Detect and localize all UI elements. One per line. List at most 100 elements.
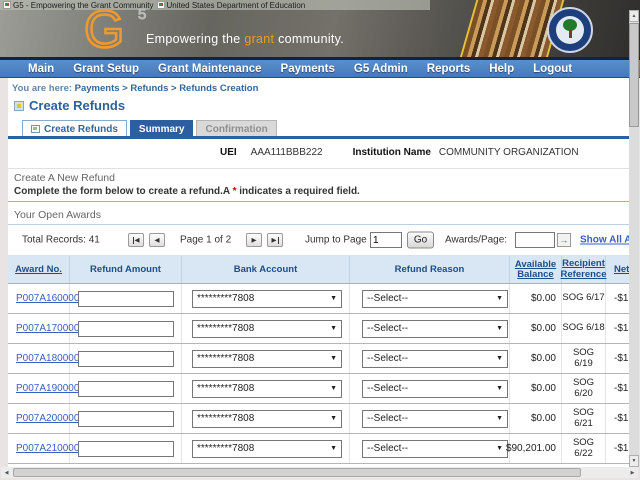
jump-to-page-label: Jump to Page <box>305 235 367 246</box>
banner-tagline: Empowering the grant community. <box>146 32 344 46</box>
chevron-down-icon: ▼ <box>496 355 503 362</box>
uei-label: UEI <box>220 147 237 158</box>
chevron-down-icon: ▼ <box>496 295 503 302</box>
bank-account-select[interactable]: *********7808 ▼ <box>192 410 342 428</box>
main-nav-bar: Main Grant Setup Grant Maintenance Payme… <box>0 57 640 78</box>
broken-image-icon <box>157 1 165 9</box>
tab-summary[interactable]: Summary <box>130 120 194 137</box>
chevron-down-icon: ▼ <box>496 325 503 332</box>
table-row: P007A190000 *********7808 ▼ --Select-- <box>8 374 629 404</box>
previous-page-button[interactable]: ◀ <box>149 233 165 247</box>
recipient-reference-value: SOG 6/20 <box>562 374 606 403</box>
refund-amount-input[interactable] <box>78 411 174 427</box>
refund-reason-select[interactable]: --Select-- ▼ <box>362 440 508 458</box>
refund-amount-input[interactable] <box>78 351 174 367</box>
scroll-up-button[interactable]: ▲ <box>629 10 639 22</box>
chevron-down-icon: ▼ <box>496 385 503 392</box>
bank-account-select[interactable]: *********7808 ▼ <box>192 350 342 368</box>
next-page-button[interactable]: ▶ <box>246 233 262 247</box>
breadcrumb-path[interactable]: Payments > Refunds > Refunds Creation <box>75 83 259 94</box>
awards-per-page-input[interactable] <box>515 232 555 248</box>
refund-reason-select[interactable]: --Select-- ▼ <box>362 380 508 398</box>
refund-reason-select[interactable]: --Select-- ▼ <box>362 320 508 338</box>
nav-item[interactable]: Grant Maintenance <box>158 63 262 75</box>
recipient-reference-value: SOG 6/22 <box>562 434 606 463</box>
open-awards-section-heading: Your Open Awards <box>14 209 101 221</box>
page-indicator: Page 1 of 2 <box>180 235 231 246</box>
vertical-scrollbar-thumb[interactable] <box>629 23 639 127</box>
divider <box>8 168 629 169</box>
seal-inner <box>556 16 584 44</box>
nav-item[interactable]: Payments <box>281 63 335 75</box>
scroll-down-button[interactable]: ▼ <box>629 455 639 467</box>
nav-item[interactable]: Logout <box>533 63 572 75</box>
available-balance-value: $0.00 <box>510 344 562 373</box>
scroll-right-icon: ▶ <box>631 470 635 476</box>
breadcrumb: You are here: Payments > Refunds > Refun… <box>12 83 258 94</box>
tab-create-refunds[interactable]: Create Refunds <box>22 120 127 137</box>
chevron-down-icon: ▼ <box>330 355 337 362</box>
refund-amount-input[interactable] <box>78 381 174 397</box>
department-of-education-seal <box>547 7 593 53</box>
refund-amount-input[interactable] <box>78 321 174 337</box>
scroll-right-button[interactable]: ▶ <box>627 467 638 478</box>
banner-alt-label: United States Department of Education <box>157 1 306 10</box>
header-available-balance[interactable]: Available Balance <box>510 256 562 283</box>
net-value: -$18 <box>606 374 629 403</box>
nav-item[interactable]: Main <box>28 63 54 75</box>
next-page-icon: ▶ <box>252 236 257 244</box>
horizontal-scrollbar-thumb[interactable] <box>13 468 581 477</box>
table-body: P007A160000 *********7808 ▼ --Select-- <box>8 284 629 464</box>
net-value: -$19 <box>606 344 629 373</box>
scroll-up-icon: ▲ <box>632 13 637 19</box>
recipient-reference-value: SOG 6/21 <box>562 404 606 433</box>
vertical-scrollbar[interactable]: ▲ ▼ <box>629 10 639 467</box>
refund-amount-input[interactable] <box>78 291 174 307</box>
page-title-icon <box>14 101 24 111</box>
go-button[interactable]: Go <box>407 232 434 249</box>
available-balance-value: $0.00 <box>510 284 562 313</box>
bank-account-select[interactable]: *********7808 ▼ <box>192 290 342 308</box>
header-recipient-reference[interactable]: Recipient Reference <box>562 256 606 283</box>
available-balance-value: $0.00 <box>510 374 562 403</box>
net-value: -$16 <box>606 434 629 463</box>
last-page-button[interactable]: ▶ <box>267 233 283 247</box>
recipient-reference-value: SOG 6/18 <box>562 314 606 343</box>
refund-reason-select[interactable]: --Select-- ▼ <box>362 290 508 308</box>
header-net[interactable]: Net <box>606 256 629 283</box>
chevron-down-icon: ▼ <box>330 325 337 332</box>
bank-account-select[interactable]: *********7808 ▼ <box>192 440 342 458</box>
show-all-awards-link[interactable]: Show All A <box>580 235 629 246</box>
header-award-no[interactable]: Award No. <box>8 256 70 283</box>
chevron-down-icon: ▼ <box>496 445 503 452</box>
banner-alt-strip: G5 - Empowering the Grant Community Unit… <box>0 0 430 10</box>
last-page-icon <box>278 237 279 244</box>
nav-item[interactable]: Help <box>489 63 514 75</box>
first-page-icon <box>133 237 134 244</box>
page-title: Create Refunds <box>14 98 125 113</box>
first-page-button[interactable]: ◀ <box>128 233 144 247</box>
g5-application-window: G5 - Empowering the Grant Community Unit… <box>0 0 640 480</box>
scroll-left-button[interactable]: ◀ <box>1 467 12 478</box>
awards-per-page-go-button[interactable]: → <box>557 233 571 247</box>
nav-item[interactable]: G5 Admin <box>354 63 408 75</box>
table-header-row: Award No. Refund Amount Bank Account Ref… <box>8 256 629 284</box>
refund-reason-select[interactable]: --Select-- ▼ <box>362 350 508 368</box>
chevron-down-icon: ▼ <box>330 415 337 422</box>
nav-item[interactable]: Reports <box>427 63 470 75</box>
nav-item[interactable]: Grant Setup <box>73 63 139 75</box>
recipient-reference-value: SOG 6/19 <box>562 344 606 373</box>
banner-alt-label: G5 - Empowering the Grant Community <box>3 1 154 10</box>
header-refund-reason: Refund Reason <box>350 256 510 283</box>
refund-reason-select[interactable]: --Select-- ▼ <box>362 410 508 428</box>
chevron-down-icon: ▼ <box>330 295 337 302</box>
table-row: P007A180000 *********7808 ▼ --Select-- <box>8 344 629 374</box>
banner: G5 - Empowering the Grant Community Unit… <box>0 0 640 57</box>
bank-account-select[interactable]: *********7808 ▼ <box>192 380 342 398</box>
main-content: You are here: Payments > Refunds > Refun… <box>8 78 629 467</box>
pagination-bar: Total Records: 41 ◀ ◀ Page 1 of 2 ▶ ▶ Ju… <box>8 225 629 256</box>
refund-amount-input[interactable] <box>78 441 174 457</box>
horizontal-scrollbar[interactable]: ◀ ▶ <box>1 467 638 478</box>
jump-to-page-input[interactable] <box>370 232 402 248</box>
bank-account-select[interactable]: *********7808 ▼ <box>192 320 342 338</box>
